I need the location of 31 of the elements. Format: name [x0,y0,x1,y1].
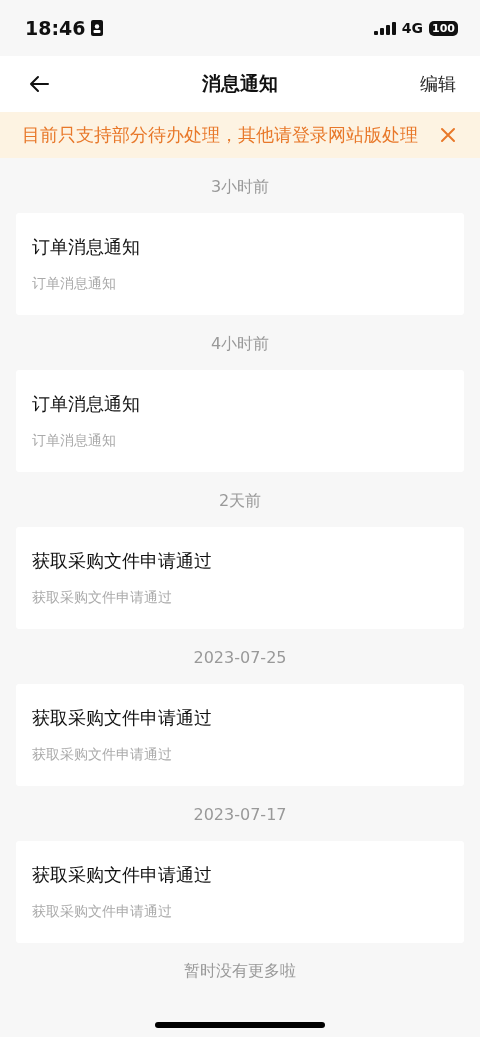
message-card[interactable]: 获取采购文件申请通过 获取采购文件申请通过 [16,684,464,786]
list-end-text: 暂时没有更多啦 [184,961,296,982]
message-title: 获取采购文件申请通过 [32,706,213,730]
message-time: 2天前 [218,490,262,512]
page-title: 消息通知 [202,71,278,96]
battery-icon: 100 [429,20,458,36]
signal-icon [373,21,396,35]
message-card[interactable]: 获取采购文件申请通过 获取采购文件申请通过 [16,527,464,629]
network-label: 4G [401,20,424,36]
message-time: 4小时前 [210,333,270,355]
message-card[interactable]: 订单消息通知 订单消息通知 [16,213,464,315]
close-button[interactable] [440,127,456,143]
status-time: 18:46 [25,17,86,39]
person-icon [91,20,104,36]
message-body: 获取采购文件申请通过 [32,746,173,764]
message-title: 获取采购文件申请通过 [32,863,213,887]
message-title: 获取采购文件申请通过 [32,549,213,573]
message-time: 2023-07-17 [193,804,287,826]
edit-button[interactable]: 编辑 [420,72,456,96]
back-button[interactable] [28,75,50,93]
message-body: 订单消息通知 [32,275,117,293]
message-card[interactable]: 获取采购文件申请通过 获取采购文件申请通过 [16,841,464,943]
message-time: 2023-07-25 [193,647,287,669]
message-body: 订单消息通知 [32,432,117,450]
message-body: 获取采购文件申请通过 [32,589,173,607]
message-time: 3小时前 [210,176,270,198]
message-title: 订单消息通知 [32,392,141,416]
message-card[interactable]: 订单消息通知 订单消息通知 [16,370,464,472]
message-title: 订单消息通知 [32,235,141,259]
message-body: 获取采购文件申请通过 [32,903,173,921]
notice-text: 目前只支持部分待办处理，其他请登录网站版处理 [22,124,418,147]
